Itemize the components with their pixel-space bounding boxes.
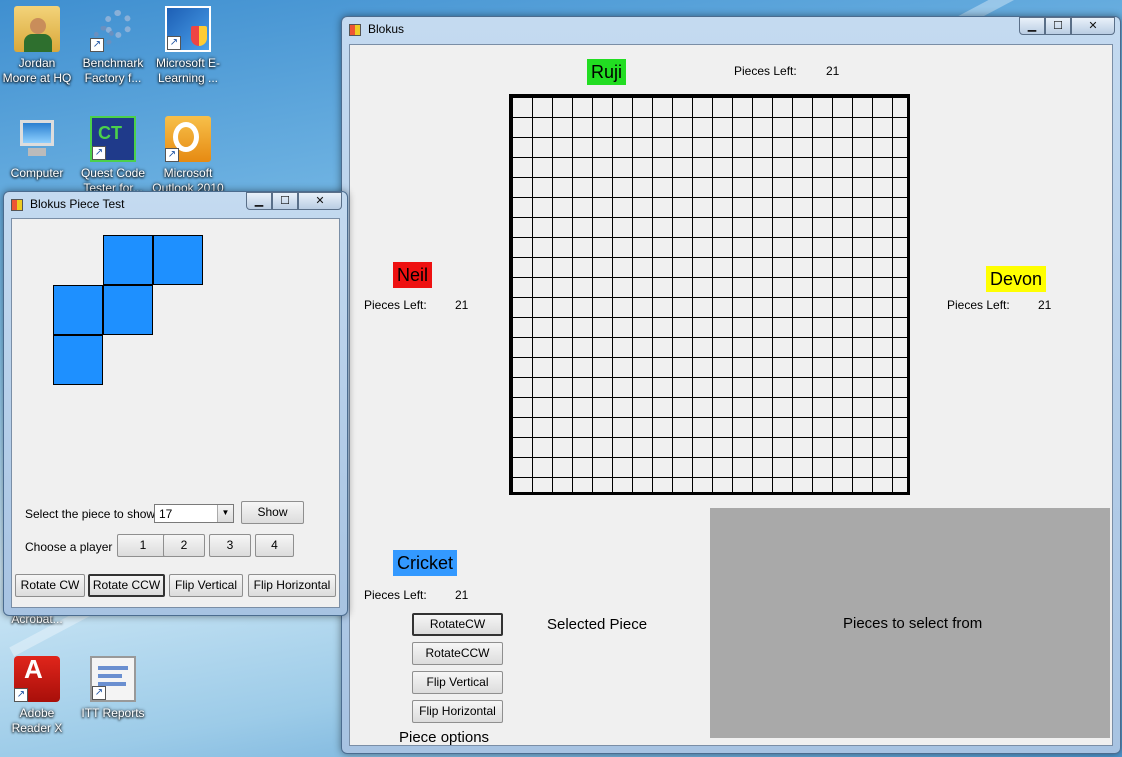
pieces-left-value-top: 21: [826, 64, 840, 78]
computer-icon: [14, 116, 60, 162]
desktop-icon-label: Microsoft E-Learning ...: [155, 56, 220, 85]
player-name-left: Neil: [393, 262, 433, 288]
piece-select-value: 17: [159, 507, 173, 521]
window-title: Blokus: [368, 22, 405, 36]
flip-vertical-button[interactable]: Flip Vertical: [412, 671, 503, 694]
chevron-down-icon[interactable]: ▼: [217, 505, 233, 522]
title-bar[interactable]: Blokus Piece Test ▁ ☐ ✕: [4, 192, 347, 218]
title-bar[interactable]: Blokus ▁ ☐ ✕: [342, 17, 1120, 43]
rotate-cw-button[interactable]: RotateCW: [412, 613, 503, 636]
desktop-icon-label: ITT Reports: [81, 706, 145, 720]
player-name-top: Ruji: [587, 59, 627, 85]
piece-options-label: Piece options: [399, 729, 490, 746]
app-icon: [349, 24, 361, 36]
outlook-icon: ↗: [165, 116, 211, 162]
blokus-window: Blokus ▁ ☐ ✕ Ruji Pieces Left: 21 Neil P…: [341, 16, 1121, 754]
desktop-icon-quest[interactable]: CT ↗ Quest Code Tester for...: [76, 116, 150, 196]
desktop-icon-jordan[interactable]: Jordan Moore at HQ: [0, 6, 74, 86]
rotate-cw-button[interactable]: Rotate CW: [15, 574, 85, 597]
maximize-button[interactable]: ☐: [272, 192, 298, 210]
app-icon: [11, 199, 23, 211]
desktop-icon-benchmark[interactable]: ↗ Benchmark Factory f...: [76, 6, 150, 86]
piece-pool-label: Pieces to select from: [843, 615, 983, 632]
piece-cell: [153, 235, 203, 285]
pieces-left-label-bottom: Pieces Left:: [364, 588, 427, 602]
pieces-left-label-top: Pieces Left:: [734, 64, 797, 78]
close-button[interactable]: ✕: [298, 192, 342, 210]
choose-player-label: Choose a player: [25, 540, 113, 554]
piece-test-window: Blokus Piece Test ▁ ☐ ✕ Select the piece…: [3, 191, 348, 616]
desktop-icon-computer[interactable]: Computer: [0, 116, 74, 181]
pieces-left-value-left: 21: [455, 298, 469, 312]
close-button[interactable]: ✕: [1071, 17, 1115, 35]
minimize-button[interactable]: ▁: [1019, 17, 1045, 35]
player-name-right: Devon: [986, 266, 1047, 292]
minimize-button[interactable]: ▁: [246, 192, 272, 210]
piece-select[interactable]: 17 ▼: [154, 504, 234, 523]
window-title: Blokus Piece Test: [30, 197, 125, 211]
select-piece-label: Select the piece to show: [25, 507, 156, 521]
piece-cell: [53, 285, 103, 335]
selected-piece-label: Selected Piece: [547, 616, 648, 633]
desktop-icon-label: Jordan Moore at HQ: [2, 56, 72, 85]
player-name-bottom: Cricket: [393, 550, 458, 576]
desktop-icon-label: Computer: [10, 166, 64, 180]
blokus-client-area: Ruji Pieces Left: 21 Neil Pieces Left: 2…: [349, 44, 1113, 746]
maximize-button[interactable]: ☐: [1045, 17, 1071, 35]
pieces-left-label-right: Pieces Left:: [947, 298, 1010, 312]
piece-test-client-area: Select the piece to show 17 ▼ Show Choos…: [11, 218, 340, 608]
piece-pool-panel[interactable]: Pieces to select from: [710, 508, 1110, 738]
rotate-ccw-button[interactable]: Rotate CCW: [88, 574, 165, 597]
quest-icon: CT ↗: [90, 116, 136, 162]
player-4-button[interactable]: 4: [255, 534, 294, 557]
flip-horizontal-button[interactable]: Flip Horizontal: [248, 574, 336, 597]
pieces-left-value-bottom: 21: [455, 588, 469, 602]
gears-icon: ↗: [90, 6, 136, 52]
desktop-icon-adobe-reader[interactable]: A ↗ Adobe Reader X: [0, 656, 74, 736]
desktop-icon-outlook[interactable]: ↗ Microsoft Outlook 2010: [151, 116, 225, 196]
elearning-icon: ↗: [165, 6, 211, 52]
adobe-reader-icon: A ↗: [14, 656, 60, 702]
piece-cell: [103, 285, 153, 335]
player-2-button[interactable]: 2: [163, 534, 205, 557]
piece-cell: [103, 235, 153, 285]
pieces-left-label-left: Pieces Left:: [364, 298, 427, 312]
pieces-left-value-right: 21: [1038, 298, 1052, 312]
rotate-ccw-button[interactable]: RotateCCW: [412, 642, 503, 665]
flip-vertical-button[interactable]: Flip Vertical: [169, 574, 243, 597]
flip-horizontal-button[interactable]: Flip Horizontal: [412, 700, 503, 723]
player-3-button[interactable]: 3: [209, 534, 251, 557]
desktop-icon-label: Adobe Reader X: [11, 706, 63, 735]
player-1-button[interactable]: 1: [117, 534, 169, 557]
user-folder-icon: [14, 6, 60, 52]
piece-cell: [53, 335, 103, 385]
show-button[interactable]: Show: [241, 501, 304, 524]
desktop-icon-itt-reports[interactable]: ↗ ITT Reports: [76, 656, 150, 721]
desktop-icon-elearning[interactable]: ↗ Microsoft E-Learning ...: [151, 6, 225, 86]
reports-icon: ↗: [90, 656, 136, 702]
desktop-icon-label: Benchmark Factory f...: [82, 56, 144, 85]
game-board[interactable]: [509, 94, 910, 495]
